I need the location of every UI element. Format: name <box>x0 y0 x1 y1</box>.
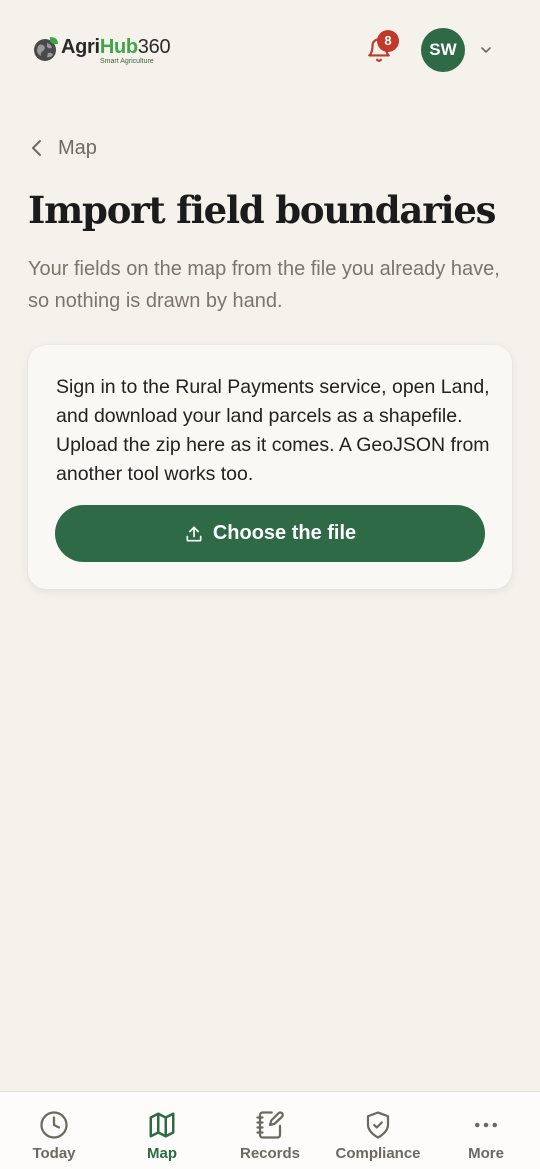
nav-item-today[interactable]: Today <box>0 1092 108 1169</box>
nav-label-records: Records <box>239 1145 301 1162</box>
notification-count-badge: 8 <box>377 30 399 52</box>
page-title: Import field boundaries <box>28 188 497 232</box>
nav-label-more: More <box>468 1145 504 1162</box>
nav-item-map[interactable]: Map <box>108 1092 216 1169</box>
upload-icon <box>186 526 202 541</box>
map-icon <box>149 1112 175 1138</box>
back-to-map-link[interactable]: Map <box>30 135 97 161</box>
choose-file-button[interactable]: Choose the file <box>55 505 485 562</box>
chevron-down-icon[interactable] <box>478 42 494 58</box>
clock-icon <box>40 1111 68 1139</box>
bottom-nav: Today Map Records Compliance More <box>0 1091 540 1169</box>
logo-wordmark: AgriHub360 <box>61 36 171 58</box>
choose-file-label: Choose the file <box>212 522 357 544</box>
nav-item-more[interactable]: More <box>432 1092 540 1169</box>
more-dots-icon <box>475 1122 497 1128</box>
notebook-pen-icon <box>256 1111 284 1139</box>
logo-tagline: Smart Agriculture <box>100 58 154 65</box>
import-instructions-card: Sign in to the Rural Payments service, o… <box>28 345 512 589</box>
nav-label-today: Today <box>32 1145 76 1162</box>
nav-label-compliance: Compliance <box>335 1145 421 1162</box>
app-header: AgriHub360 Smart Agriculture 8 SW <box>0 0 540 100</box>
notifications-button[interactable]: 8 <box>364 30 399 64</box>
nav-label-map: Map <box>147 1145 177 1162</box>
globe-leaf-icon <box>34 37 58 61</box>
page-subtitle: Your fields on the map from the file you… <box>28 258 500 312</box>
user-avatar[interactable]: SW <box>421 28 465 72</box>
shield-check-icon <box>366 1111 390 1139</box>
nav-item-compliance[interactable]: Compliance <box>324 1092 432 1169</box>
app-logo[interactable]: AgriHub360 Smart Agriculture <box>32 33 172 67</box>
back-link-label: Map <box>58 136 97 159</box>
chevron-left-icon <box>32 140 41 156</box>
import-instructions-text: Sign in to the Rural Payments service, o… <box>56 376 490 485</box>
nav-item-records[interactable]: Records <box>216 1092 324 1169</box>
import-boundaries-page: AgriHub360 Smart Agriculture 8 SW Map Im… <box>0 0 540 1169</box>
